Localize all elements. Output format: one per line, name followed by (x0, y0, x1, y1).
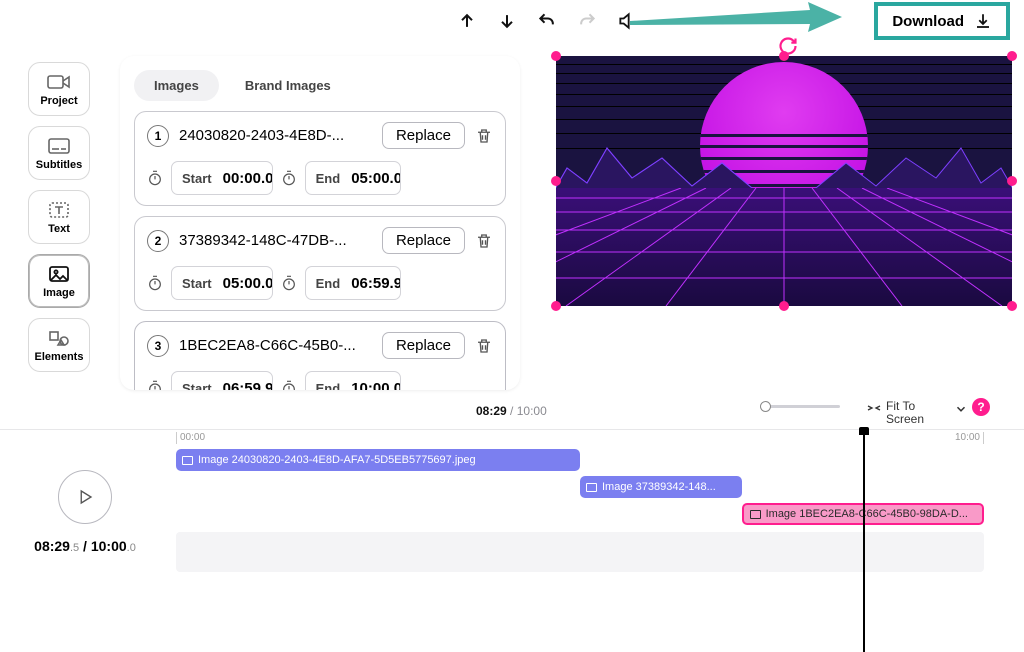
end-time-input[interactable]: End 05:00.0 (305, 161, 402, 195)
image-icon (47, 265, 71, 283)
resize-handle[interactable] (1007, 51, 1017, 61)
play-button[interactable] (58, 470, 112, 524)
timestamp-display: 08:29 / 10:00 (476, 404, 547, 418)
replace-button[interactable]: Replace (382, 332, 465, 359)
nav-project[interactable]: Project (28, 62, 90, 116)
preview-image (556, 56, 1012, 306)
image-filename: 37389342-148C-47DB-... (179, 232, 372, 249)
side-nav: Project Subtitles Text Image Elements (28, 62, 90, 352)
image-filename: 24030820-2403-4E8D-... (179, 127, 372, 144)
end-time-input[interactable]: End 10:00.0 (305, 371, 402, 390)
top-toolbar: Download (0, 0, 1024, 42)
preview-canvas[interactable] (556, 56, 1012, 306)
redo-icon[interactable] (576, 10, 598, 32)
move-down-icon[interactable] (496, 10, 518, 32)
clip-image-icon (182, 456, 193, 465)
replace-button[interactable]: Replace (382, 122, 465, 149)
timeline-time-display: 08:29.5 / 10:00.0 (34, 538, 136, 554)
resize-handle[interactable] (551, 301, 561, 311)
clip-image-icon (586, 483, 597, 492)
start-time-input[interactable]: Start 05:00.0 (171, 266, 273, 300)
image-card[interactable]: 2 37389342-148C-47DB-... Replace Start 0… (134, 216, 506, 311)
image-filename: 1BEC2EA8-C66C-45B0-... (179, 337, 372, 354)
tab-brand-images[interactable]: Brand Images (225, 70, 351, 101)
start-time-input[interactable]: Start 00:00.0 (171, 161, 273, 195)
undo-icon[interactable] (536, 10, 558, 32)
nav-image[interactable]: Image (28, 254, 90, 308)
fit-to-screen-button[interactable]: Fit To Screen (864, 400, 934, 426)
text-icon (47, 201, 71, 219)
move-up-icon[interactable] (456, 10, 478, 32)
trash-icon[interactable] (475, 232, 493, 250)
shapes-icon (47, 329, 71, 347)
timeline-clip[interactable]: Image 24030820-2403-4E8D-AFA7-5D5EB57756… (176, 449, 580, 471)
trash-icon[interactable] (475, 127, 493, 145)
zoom-slider-knob[interactable] (760, 401, 771, 412)
help-button[interactable]: ? (972, 398, 990, 416)
panel-tabs: Images Brand Images (120, 56, 520, 107)
subtitles-icon (47, 137, 71, 155)
image-list: 1 24030820-2403-4E8D-... Replace Start 0… (120, 107, 520, 390)
playhead[interactable] (863, 432, 865, 652)
image-card[interactable]: 3 1BEC2EA8-C66C-45B0-... Replace Start 0… (134, 321, 506, 390)
stopwatch-icon (281, 275, 297, 291)
download-icon (974, 12, 992, 30)
start-time-input[interactable]: Start 06:59.9 (171, 371, 273, 390)
end-time-input[interactable]: End 06:59.9 (305, 266, 402, 300)
image-index: 2 (147, 230, 169, 252)
nav-subtitles[interactable]: Subtitles (28, 126, 90, 180)
image-index: 1 (147, 125, 169, 147)
replace-button[interactable]: Replace (382, 227, 465, 254)
camera-icon (47, 73, 71, 91)
nav-text[interactable]: Text (28, 190, 90, 244)
play-icon (76, 488, 94, 506)
nav-label: Project (40, 95, 77, 107)
tab-images[interactable]: Images (134, 70, 219, 101)
stopwatch-icon (281, 380, 297, 390)
clip-image-icon (750, 510, 761, 519)
playhead-handle[interactable] (859, 427, 869, 435)
resize-handle[interactable] (779, 301, 789, 311)
nav-label: Elements (35, 351, 84, 363)
image-card[interactable]: 1 24030820-2403-4E8D-... Replace Start 0… (134, 111, 506, 206)
nav-label: Subtitles (36, 159, 82, 171)
chevron-down-icon[interactable] (954, 402, 968, 416)
resize-handle[interactable] (1007, 301, 1017, 311)
download-label: Download (892, 13, 964, 30)
resize-handle[interactable] (1007, 176, 1017, 186)
resize-handle[interactable] (779, 51, 789, 61)
callout-arrow-icon (630, 2, 842, 32)
trash-icon[interactable] (475, 337, 493, 355)
stopwatch-icon (147, 275, 163, 291)
timeline: 08:29.5 / 10:00.0 00:00 10:00 Image 2403… (0, 430, 1024, 608)
download-button[interactable]: Download (874, 2, 1010, 40)
resize-handle[interactable] (551, 176, 561, 186)
timeline-tracks[interactable]: 00:00 10:00 Image 24030820-2403-4E8D-AFA… (176, 432, 984, 592)
stopwatch-icon (147, 170, 163, 186)
nav-label: Text (48, 223, 70, 235)
image-index: 3 (147, 335, 169, 357)
stopwatch-icon (281, 170, 297, 186)
zoom-slider[interactable] (760, 405, 840, 408)
image-panel: Images Brand Images 1 24030820-2403-4E8D… (120, 56, 520, 390)
mid-controls: 08:29 / 10:00 Fit To Screen ? (0, 392, 1024, 430)
timeline-clip[interactable]: Image 37389342-148... (580, 476, 742, 498)
stopwatch-icon (147, 380, 163, 390)
nav-elements[interactable]: Elements (28, 318, 90, 372)
nav-label: Image (43, 287, 75, 299)
resize-handle[interactable] (551, 51, 561, 61)
